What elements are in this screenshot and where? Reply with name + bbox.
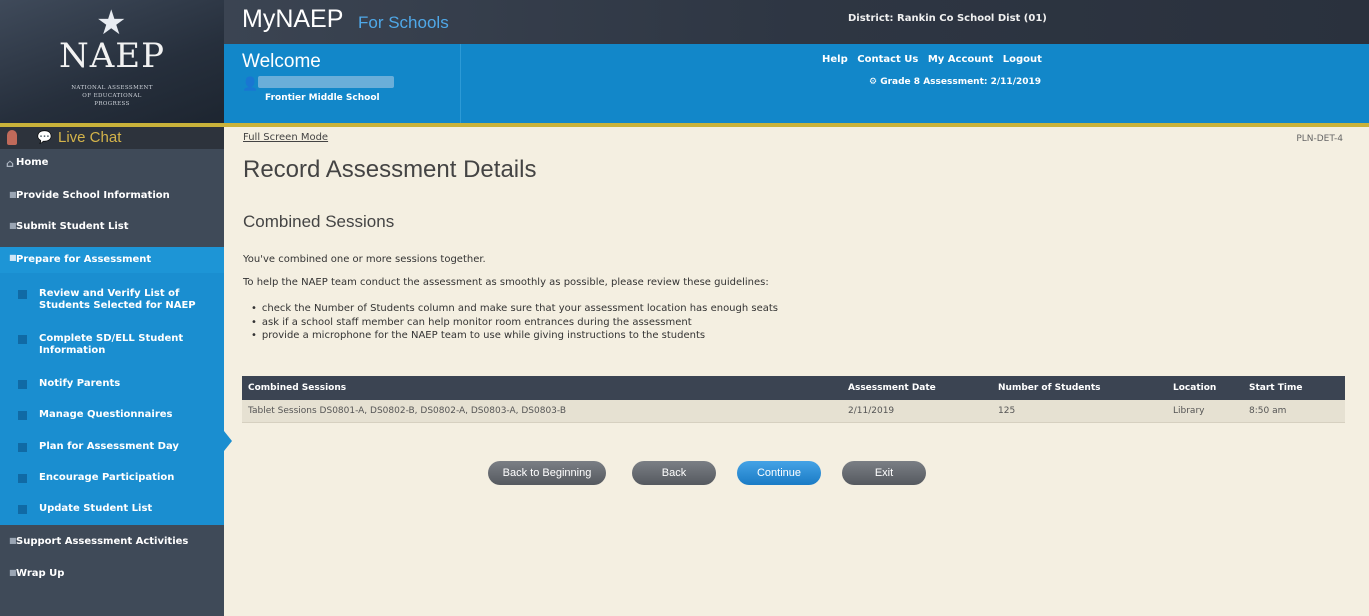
logout-link[interactable]: Logout bbox=[1003, 54, 1042, 65]
table-header-row: Combined Sessions Assessment Date Number… bbox=[242, 376, 1345, 400]
app-name: MyNAEP bbox=[242, 5, 344, 33]
square-icon bbox=[18, 505, 27, 514]
assessment-selector[interactable]: ⚙ Grade 8 Assessment: 2/11/2019 bbox=[869, 77, 1041, 87]
sidebar-item-provide-school-information[interactable]: ■ Provide School Information bbox=[0, 190, 224, 206]
logo-subtext: NATIONAL ASSESSMENT OF EDUCATIONAL PROGR… bbox=[71, 85, 153, 107]
help-link[interactable]: Help bbox=[822, 54, 848, 65]
table-cell: 8:50 am bbox=[1243, 400, 1345, 423]
sidebar-item-submit-student-list[interactable]: ■ Submit Student List bbox=[0, 221, 224, 237]
live-chat-label: Live Chat bbox=[58, 129, 122, 146]
user-icon: 👤 bbox=[242, 77, 259, 92]
table-cell: 2/11/2019 bbox=[842, 400, 992, 423]
section-title: Combined Sessions bbox=[243, 212, 395, 231]
full-screen-mode-link[interactable]: Full Screen Mode bbox=[243, 132, 328, 143]
table-cell: Tablet Sessions DS0801-A, DS0802-B, DS08… bbox=[242, 400, 842, 423]
sidebar-item-home[interactable]: ⌂ Home bbox=[0, 157, 224, 173]
square-icon bbox=[18, 335, 27, 344]
divider bbox=[460, 44, 461, 123]
guidelines-list: check the Number of Students column and … bbox=[251, 302, 778, 343]
list-item: provide a microphone for the NAEP team t… bbox=[251, 329, 778, 343]
user-name-redacted bbox=[258, 76, 394, 88]
square-icon bbox=[18, 443, 27, 452]
assessment-label: Grade 8 Assessment: 2/11/2019 bbox=[880, 77, 1042, 87]
sidebar-item-prepare-for-assessment[interactable]: ■ Prepare for Assessment bbox=[0, 247, 224, 273]
gear-icon: ⚙ bbox=[869, 77, 878, 87]
my-account-link[interactable]: My Account bbox=[928, 54, 993, 65]
column-header: Start Time bbox=[1243, 376, 1345, 400]
column-header: Location bbox=[1167, 376, 1243, 400]
sidebar-item-support-assessment-activities[interactable]: ■ Support Assessment Activities bbox=[0, 536, 224, 552]
back-to-beginning-button[interactable]: Back to Beginning bbox=[488, 461, 606, 485]
district-label: District: Rankin Co School Dist (01) bbox=[848, 13, 1047, 24]
page-title: Record Assessment Details bbox=[243, 156, 537, 183]
square-icon bbox=[18, 411, 27, 420]
school-name: Frontier Middle School bbox=[265, 93, 380, 103]
column-header: Combined Sessions bbox=[242, 376, 842, 400]
welcome-heading: Welcome bbox=[242, 51, 321, 72]
agent-avatar bbox=[7, 130, 17, 145]
intro-text: To help the NAEP team conduct the assess… bbox=[243, 277, 769, 288]
column-header: Assessment Date bbox=[842, 376, 992, 400]
square-icon bbox=[18, 290, 27, 299]
page-code: PLN-DET-4 bbox=[1296, 134, 1343, 144]
app-subtitle: For Schools bbox=[358, 13, 449, 32]
sidebar: 💬 Live Chat ⌂ Home ■ Provide School Info… bbox=[0, 127, 224, 616]
table-cell: 125 bbox=[992, 400, 1167, 423]
column-header: Number of Students bbox=[992, 376, 1167, 400]
star-icon: ★ bbox=[96, 3, 127, 43]
welcome-bar: Welcome 👤 Frontier Middle School Help Co… bbox=[224, 44, 1369, 123]
intro-text: You've combined one or more sessions tog… bbox=[243, 254, 486, 265]
home-icon: ⌂ bbox=[6, 157, 14, 170]
combined-sessions-table: Combined Sessions Assessment Date Number… bbox=[242, 376, 1345, 423]
chat-bubble-icon: 💬 bbox=[37, 130, 52, 144]
live-chat-button[interactable]: 💬 Live Chat bbox=[0, 127, 224, 149]
list-item: ask if a school staff member can help mo… bbox=[251, 316, 778, 330]
square-icon bbox=[18, 474, 27, 483]
contact-us-link[interactable]: Contact Us bbox=[857, 54, 918, 65]
table-row: Tablet Sessions DS0801-A, DS0802-B, DS08… bbox=[242, 400, 1345, 423]
back-button[interactable]: Back bbox=[632, 461, 716, 485]
prepare-for-assessment-panel: ■ Prepare for Assessment Review and Veri… bbox=[0, 247, 224, 525]
table-cell: Library bbox=[1167, 400, 1243, 423]
top-bar: MyNAEP For Schools District: Rankin Co S… bbox=[224, 0, 1369, 44]
sidebar-item-wrap-up[interactable]: ■ Wrap Up bbox=[0, 568, 224, 584]
logo-text: NAEP bbox=[59, 36, 165, 76]
main-content: Full Screen Mode PLN-DET-4 Record Assess… bbox=[224, 127, 1369, 616]
exit-button[interactable]: Exit bbox=[842, 461, 926, 485]
naep-logo[interactable]: ★ NAEP NATIONAL ASSESSMENT OF EDUCATIONA… bbox=[0, 0, 224, 123]
header-links: Help Contact Us My Account Logout bbox=[822, 54, 1048, 65]
continue-button[interactable]: Continue bbox=[737, 461, 821, 485]
list-item: check the Number of Students column and … bbox=[251, 302, 778, 316]
square-icon bbox=[18, 380, 27, 389]
